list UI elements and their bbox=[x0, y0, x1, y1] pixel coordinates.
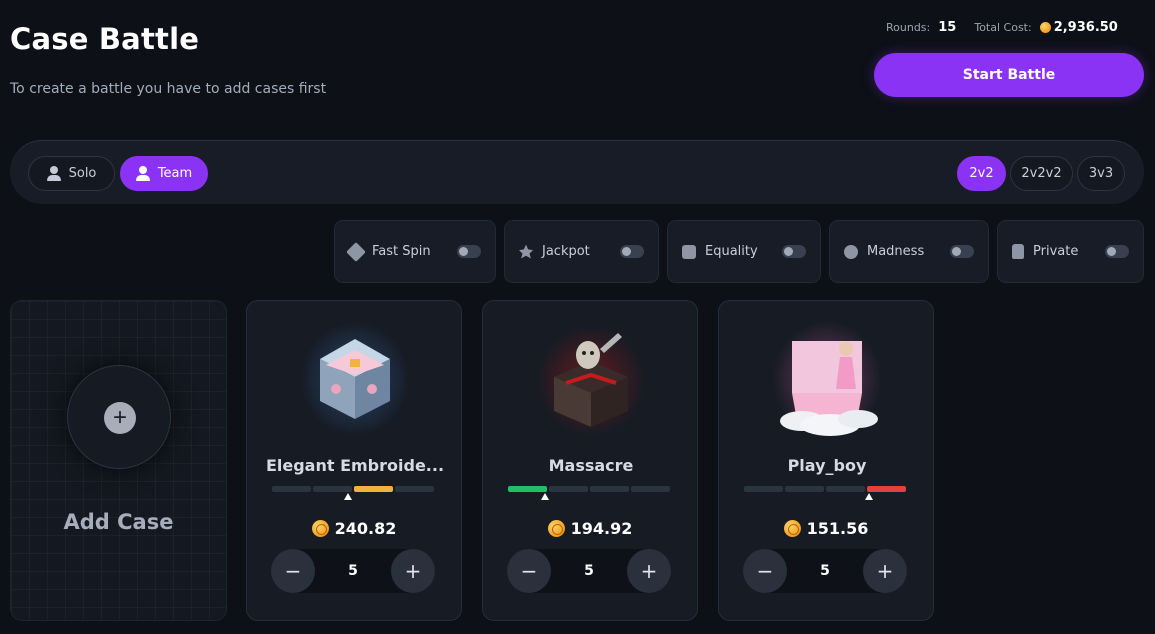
risk-segment bbox=[826, 486, 865, 492]
mode-solo-button[interactable]: Solo bbox=[28, 156, 115, 191]
risk-bar bbox=[508, 486, 670, 492]
plus-icon[interactable]: + bbox=[104, 402, 136, 434]
equality-toggle[interactable] bbox=[782, 245, 806, 258]
add-case-card[interactable]: + Add Case bbox=[10, 300, 227, 621]
option-private-label: Private bbox=[1033, 244, 1079, 259]
option-jackpot[interactable]: Jackpot bbox=[504, 220, 659, 283]
quantity-value: 5 bbox=[348, 563, 358, 579]
option-madness[interactable]: Madness bbox=[829, 220, 989, 283]
option-private[interactable]: Private bbox=[997, 220, 1144, 283]
increment-button[interactable]: + bbox=[627, 549, 671, 593]
risk-segment bbox=[744, 486, 783, 492]
battle-summary: Rounds: 15 Total Cost: 2,936.50 bbox=[886, 20, 1118, 35]
option-madness-label: Madness bbox=[867, 244, 925, 259]
risk-segment bbox=[631, 486, 670, 492]
case-card[interactable]: Massacre 194.92 − 5 + bbox=[482, 300, 698, 621]
rounds-label: Rounds: bbox=[886, 21, 931, 34]
mode-bar: Solo Team 2v2 2v2v2 3v3 bbox=[10, 140, 1144, 204]
equality-icon bbox=[682, 244, 696, 259]
risk-marker bbox=[344, 493, 352, 500]
case-price: 151.56 bbox=[719, 519, 933, 538]
risk-bar bbox=[744, 486, 906, 492]
risk-marker bbox=[865, 493, 873, 500]
team-size-2v2v2[interactable]: 2v2v2 bbox=[1010, 156, 1073, 191]
add-case-label: Add Case bbox=[63, 510, 174, 534]
start-battle-button[interactable]: Start Battle bbox=[874, 53, 1144, 97]
madness-toggle[interactable] bbox=[950, 245, 974, 258]
risk-segment bbox=[508, 486, 547, 492]
user-icon bbox=[46, 166, 61, 181]
risk-marker bbox=[541, 493, 549, 500]
quantity-stepper: − 5 + bbox=[271, 549, 435, 593]
quantity-value: 5 bbox=[584, 563, 594, 579]
coin-icon bbox=[311, 520, 329, 537]
quantity-value: 5 bbox=[820, 563, 830, 579]
case-image bbox=[772, 321, 882, 437]
case-card[interactable]: Elegant Embroide... 240.82 − 5 + bbox=[246, 300, 462, 621]
case-price-value: 240.82 bbox=[334, 519, 397, 538]
risk-bar bbox=[272, 486, 434, 492]
case-name: Elegant Embroide... bbox=[265, 456, 445, 475]
coin-icon bbox=[1039, 22, 1051, 33]
team-size-2v2[interactable]: 2v2 bbox=[957, 156, 1006, 191]
private-toggle[interactable] bbox=[1105, 245, 1129, 258]
option-equality[interactable]: Equality bbox=[667, 220, 821, 283]
risk-segment bbox=[354, 486, 393, 492]
fast-spin-toggle[interactable] bbox=[457, 245, 481, 258]
page-subtitle: To create a battle you have to add cases… bbox=[10, 81, 327, 97]
rounds-value: 15 bbox=[938, 20, 957, 35]
mode-team-label: Team bbox=[157, 166, 193, 181]
decrement-button[interactable]: − bbox=[507, 549, 551, 593]
page-title: Case Battle bbox=[10, 22, 200, 56]
option-fast-spin-label: Fast Spin bbox=[372, 244, 431, 259]
case-image bbox=[536, 325, 646, 437]
quantity-stepper: − 5 + bbox=[743, 549, 907, 593]
risk-segment bbox=[313, 486, 352, 492]
team-icon bbox=[135, 166, 150, 181]
fast-spin-icon bbox=[346, 241, 366, 262]
mode-solo-label: Solo bbox=[68, 166, 97, 181]
increment-button[interactable]: + bbox=[863, 549, 907, 593]
risk-segment bbox=[395, 486, 434, 492]
risk-segment bbox=[785, 486, 824, 492]
risk-segment bbox=[590, 486, 629, 492]
risk-segment bbox=[272, 486, 311, 492]
lock-icon bbox=[1012, 244, 1024, 259]
total-cost-value: 2,936.50 bbox=[1053, 20, 1118, 35]
case-price-value: 151.56 bbox=[806, 519, 869, 538]
team-size-3v3[interactable]: 3v3 bbox=[1077, 156, 1125, 191]
total-cost-label: Total Cost: bbox=[974, 21, 1032, 34]
add-case-ring: + bbox=[67, 365, 171, 469]
case-image bbox=[300, 321, 410, 437]
mode-team-button[interactable]: Team bbox=[120, 156, 208, 191]
risk-segment bbox=[867, 486, 906, 492]
option-equality-label: Equality bbox=[705, 244, 758, 259]
option-fast-spin[interactable]: Fast Spin bbox=[334, 220, 496, 283]
option-jackpot-label: Jackpot bbox=[542, 244, 590, 259]
quantity-stepper: − 5 + bbox=[507, 549, 671, 593]
coin-icon bbox=[783, 520, 801, 537]
increment-button[interactable]: + bbox=[391, 549, 435, 593]
case-card[interactable]: Play_boy 151.56 − 5 + bbox=[718, 300, 934, 621]
case-price: 240.82 bbox=[247, 519, 461, 538]
case-price-value: 194.92 bbox=[570, 519, 633, 538]
case-price: 194.92 bbox=[483, 519, 697, 538]
jackpot-icon bbox=[519, 244, 533, 259]
risk-segment bbox=[549, 486, 588, 492]
decrement-button[interactable]: − bbox=[743, 549, 787, 593]
case-name: Massacre bbox=[548, 456, 634, 475]
coin-icon bbox=[547, 520, 565, 537]
madness-icon bbox=[844, 244, 858, 259]
decrement-button[interactable]: − bbox=[271, 549, 315, 593]
jackpot-toggle[interactable] bbox=[620, 245, 644, 258]
case-name: Play_boy bbox=[787, 456, 867, 475]
